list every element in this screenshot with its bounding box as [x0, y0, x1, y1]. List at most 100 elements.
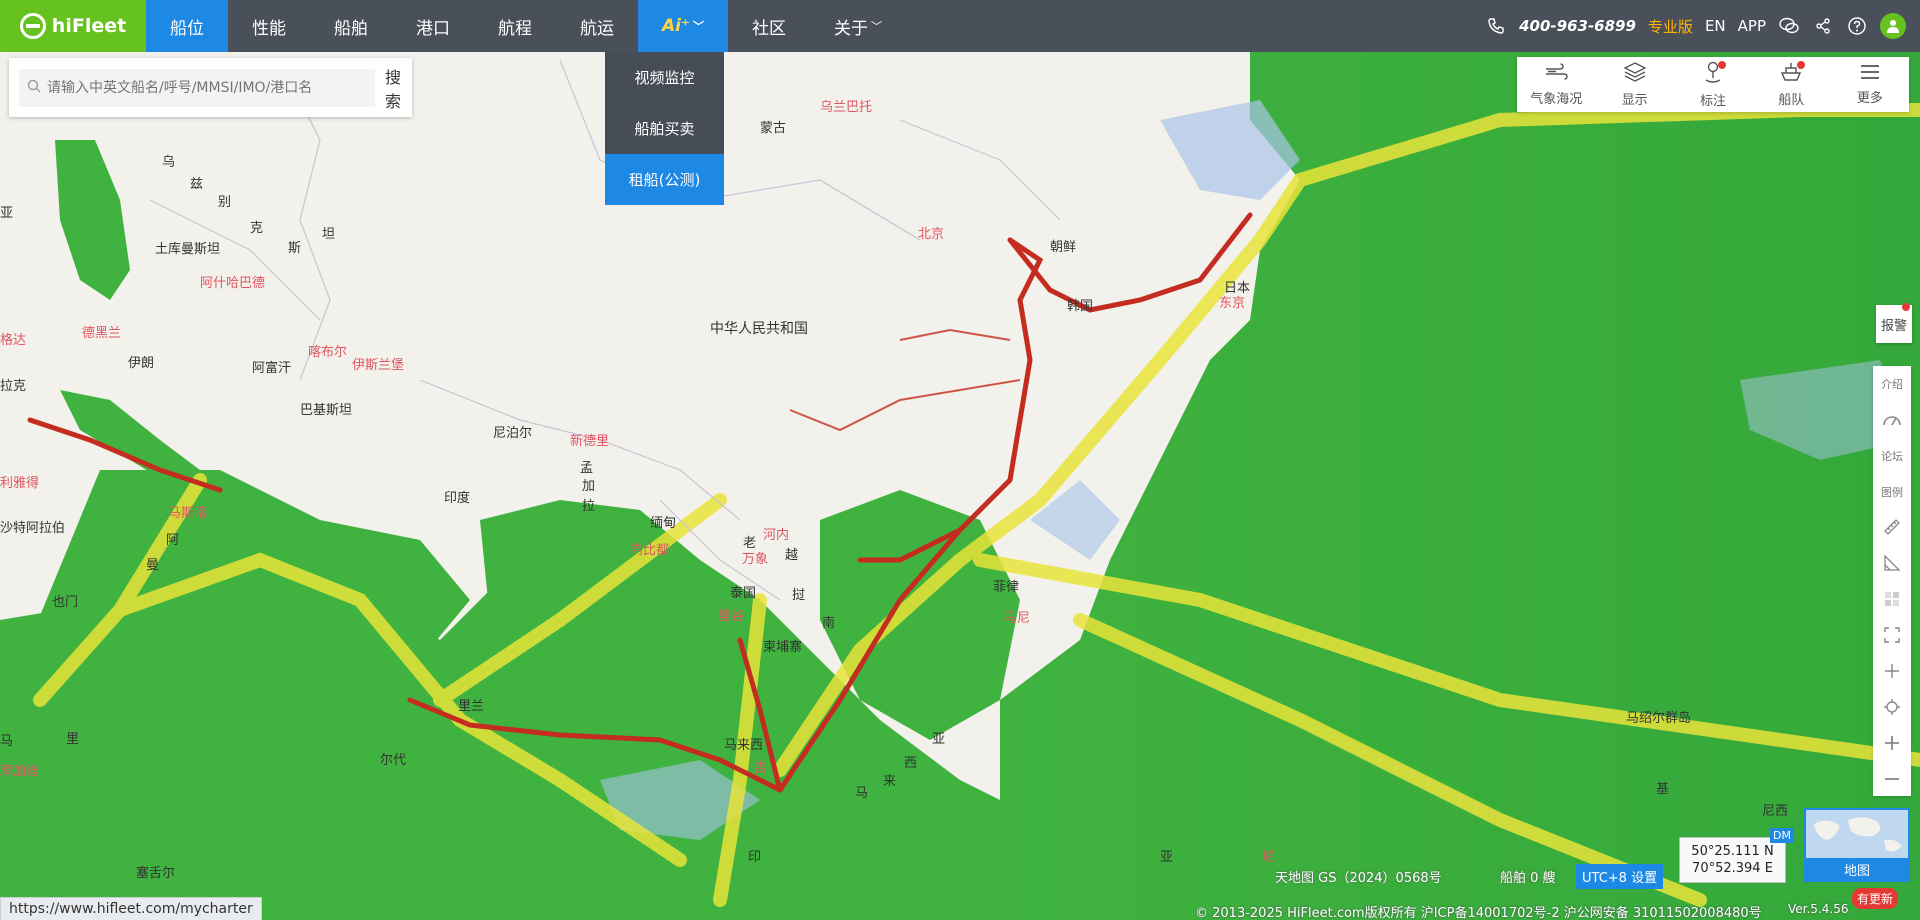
coord-lon: 70°52.394 E — [1692, 861, 1773, 876]
side-angle[interactable] — [1873, 546, 1911, 582]
tool-annotation[interactable]: 标注 — [1674, 57, 1752, 112]
place-label: 挝 — [792, 588, 806, 603]
place-label: 巴基斯坦 — [300, 403, 353, 418]
nav-label: 航运 — [580, 18, 614, 39]
place-label: 亚 — [932, 732, 946, 747]
tool-fleet[interactable]: 船队 — [1752, 57, 1830, 112]
copyright-text: © 2013-2025 HiFleet.com版权所有 沪ICP备1400170… — [1195, 906, 1762, 920]
place-label: 韩国 — [1067, 299, 1094, 314]
side-label: 图例 — [1881, 486, 1903, 499]
place-label: 吉 — [754, 761, 768, 776]
brand-name: hiFleet — [51, 15, 127, 37]
place-label: 伊朗 — [128, 356, 155, 371]
place-label: 尼 — [1262, 850, 1276, 865]
basemap-switcher[interactable]: 地图 — [1804, 808, 1910, 882]
wechat-icon[interactable] — [1778, 15, 1800, 37]
place-label: 克 — [250, 221, 264, 236]
tool-more[interactable]: 更多 — [1831, 57, 1909, 112]
side-zoom-in[interactable] — [1873, 726, 1911, 762]
nav-label: 社区 — [751, 18, 786, 39]
map-canvas — [0, 0, 1920, 920]
status-bar-url: https://www.hifleet.com/mycharter — [0, 897, 262, 920]
nav-item-ports[interactable]: 港口 — [392, 0, 474, 52]
search-button[interactable]: 搜索 — [385, 64, 402, 112]
search-input[interactable] — [47, 79, 367, 96]
place-label: 马斯喀 — [168, 506, 208, 521]
ruler-icon — [1883, 518, 1901, 539]
side-crosshair[interactable] — [1873, 654, 1911, 690]
place-label: 斯 — [288, 241, 302, 256]
brand-logo[interactable]: hiFleet — [0, 0, 146, 52]
side-forum[interactable]: 论坛 — [1873, 438, 1911, 474]
tool-weather[interactable]: 气象海况 — [1517, 57, 1595, 112]
place-label: 泰国 — [730, 586, 757, 601]
coord-lat: 50°25.111 N — [1691, 844, 1774, 859]
menu-item-ship-trade[interactable]: 船舶买卖 — [605, 103, 724, 154]
menu-item-label: 船舶买卖 — [634, 120, 695, 138]
app-link[interactable]: APP — [1738, 17, 1766, 35]
alarm-button[interactable]: 报警 — [1876, 303, 1912, 343]
update-badge[interactable]: 有更新 — [1852, 888, 1899, 909]
nav-item-ai[interactable]: Ai⁺ ﹀ — [638, 0, 728, 52]
user-avatar-icon[interactable] — [1880, 13, 1906, 39]
place-label: 越 — [785, 548, 799, 563]
place-label: 亚 — [1160, 850, 1174, 865]
chevron-down-icon: ﹀ — [870, 20, 882, 33]
menu-item-charter[interactable]: 租船(公测) — [605, 154, 724, 205]
nav-item-community[interactable]: 社区 — [728, 0, 810, 52]
coord-format-toggle[interactable]: DM — [1770, 828, 1794, 843]
tool-label: 标注 — [1700, 93, 1727, 109]
place-label: 也门 — [52, 595, 79, 610]
side-ruler[interactable] — [1873, 510, 1911, 546]
place-label: 新德里 — [570, 434, 610, 449]
tool-display[interactable]: 显示 — [1595, 57, 1673, 112]
phone-number[interactable]: 400-963-6899 — [1519, 17, 1636, 35]
side-locate[interactable] — [1873, 690, 1911, 726]
nav-item-shipping[interactable]: 航运 — [556, 0, 638, 52]
minimap-preview — [1806, 810, 1908, 862]
meter-icon — [1882, 411, 1902, 430]
nav-item-ships[interactable]: 船舶 — [310, 0, 392, 52]
map-source-note: 天地图 GS（2024）0568号 — [1275, 871, 1442, 886]
ai-dropdown-menu: 视频监控 船舶买卖 租船(公测) — [605, 52, 724, 205]
ship-density-map[interactable]: 乌兰巴托 蒙古乌兹别克坦亚土库曼斯坦斯阿什哈巴德 格达 德黑兰 伊朗 喀布尔 伊斯兰堡 阿富汗… — [0, 0, 1920, 920]
side-label: 介绍 — [1881, 378, 1903, 391]
language-switch[interactable]: EN — [1705, 17, 1726, 35]
nav-label: 航程 — [498, 18, 532, 39]
nav-label: 关于 — [833, 18, 868, 39]
ship-search-panel: 搜索 — [9, 58, 412, 117]
share-icon[interactable] — [1812, 15, 1834, 37]
nav-item-performance[interactable]: 性能 — [228, 0, 310, 52]
pro-edition-link[interactable]: 专业版 — [1648, 16, 1693, 37]
side-fullscreen[interactable] — [1873, 618, 1911, 654]
side-grid[interactable] — [1873, 582, 1911, 618]
nav-item-position[interactable]: 船位 — [146, 0, 228, 52]
place-label: 利雅得 — [0, 476, 40, 491]
help-icon[interactable] — [1846, 15, 1868, 37]
place-label: 朝鲜 — [1050, 240, 1077, 255]
menu-item-video-monitor[interactable]: 视频监控 — [605, 52, 724, 103]
place-label: 摩加迪 — [0, 764, 40, 779]
place-label: 菲律 — [993, 580, 1020, 595]
place-label: 来 — [883, 774, 897, 789]
place-label: 印 — [748, 850, 762, 865]
nav-label: 船舶 — [334, 18, 368, 39]
place-label: 尼西 — [1762, 804, 1789, 819]
place-label: 阿富汗 — [252, 361, 292, 376]
nav-item-voyage[interactable]: 航程 — [474, 0, 556, 52]
place-label: 尔代 — [380, 753, 407, 768]
place-label: 阿什哈巴德 — [200, 276, 266, 291]
place-label: 北京 — [918, 227, 945, 242]
side-zoom-out[interactable] — [1873, 762, 1911, 798]
search-field[interactable] — [19, 68, 375, 107]
place-label: 德黑兰 — [82, 326, 122, 341]
side-intro[interactable]: 介绍 — [1873, 366, 1911, 402]
place-label: 尼泊尔 — [493, 426, 533, 441]
top-right-actions: 400-963-6899 专业版 EN APP — [1485, 0, 1906, 52]
side-legend[interactable]: 图例 — [1873, 474, 1911, 510]
nav-label: 性能 — [252, 18, 286, 39]
utc-settings-button[interactable]: UTC+8 设置 — [1576, 864, 1664, 889]
nav-item-about[interactable]: 关于 ﹀ — [810, 0, 906, 52]
side-meter[interactable] — [1873, 402, 1911, 438]
crosshair-icon — [1884, 663, 1900, 682]
